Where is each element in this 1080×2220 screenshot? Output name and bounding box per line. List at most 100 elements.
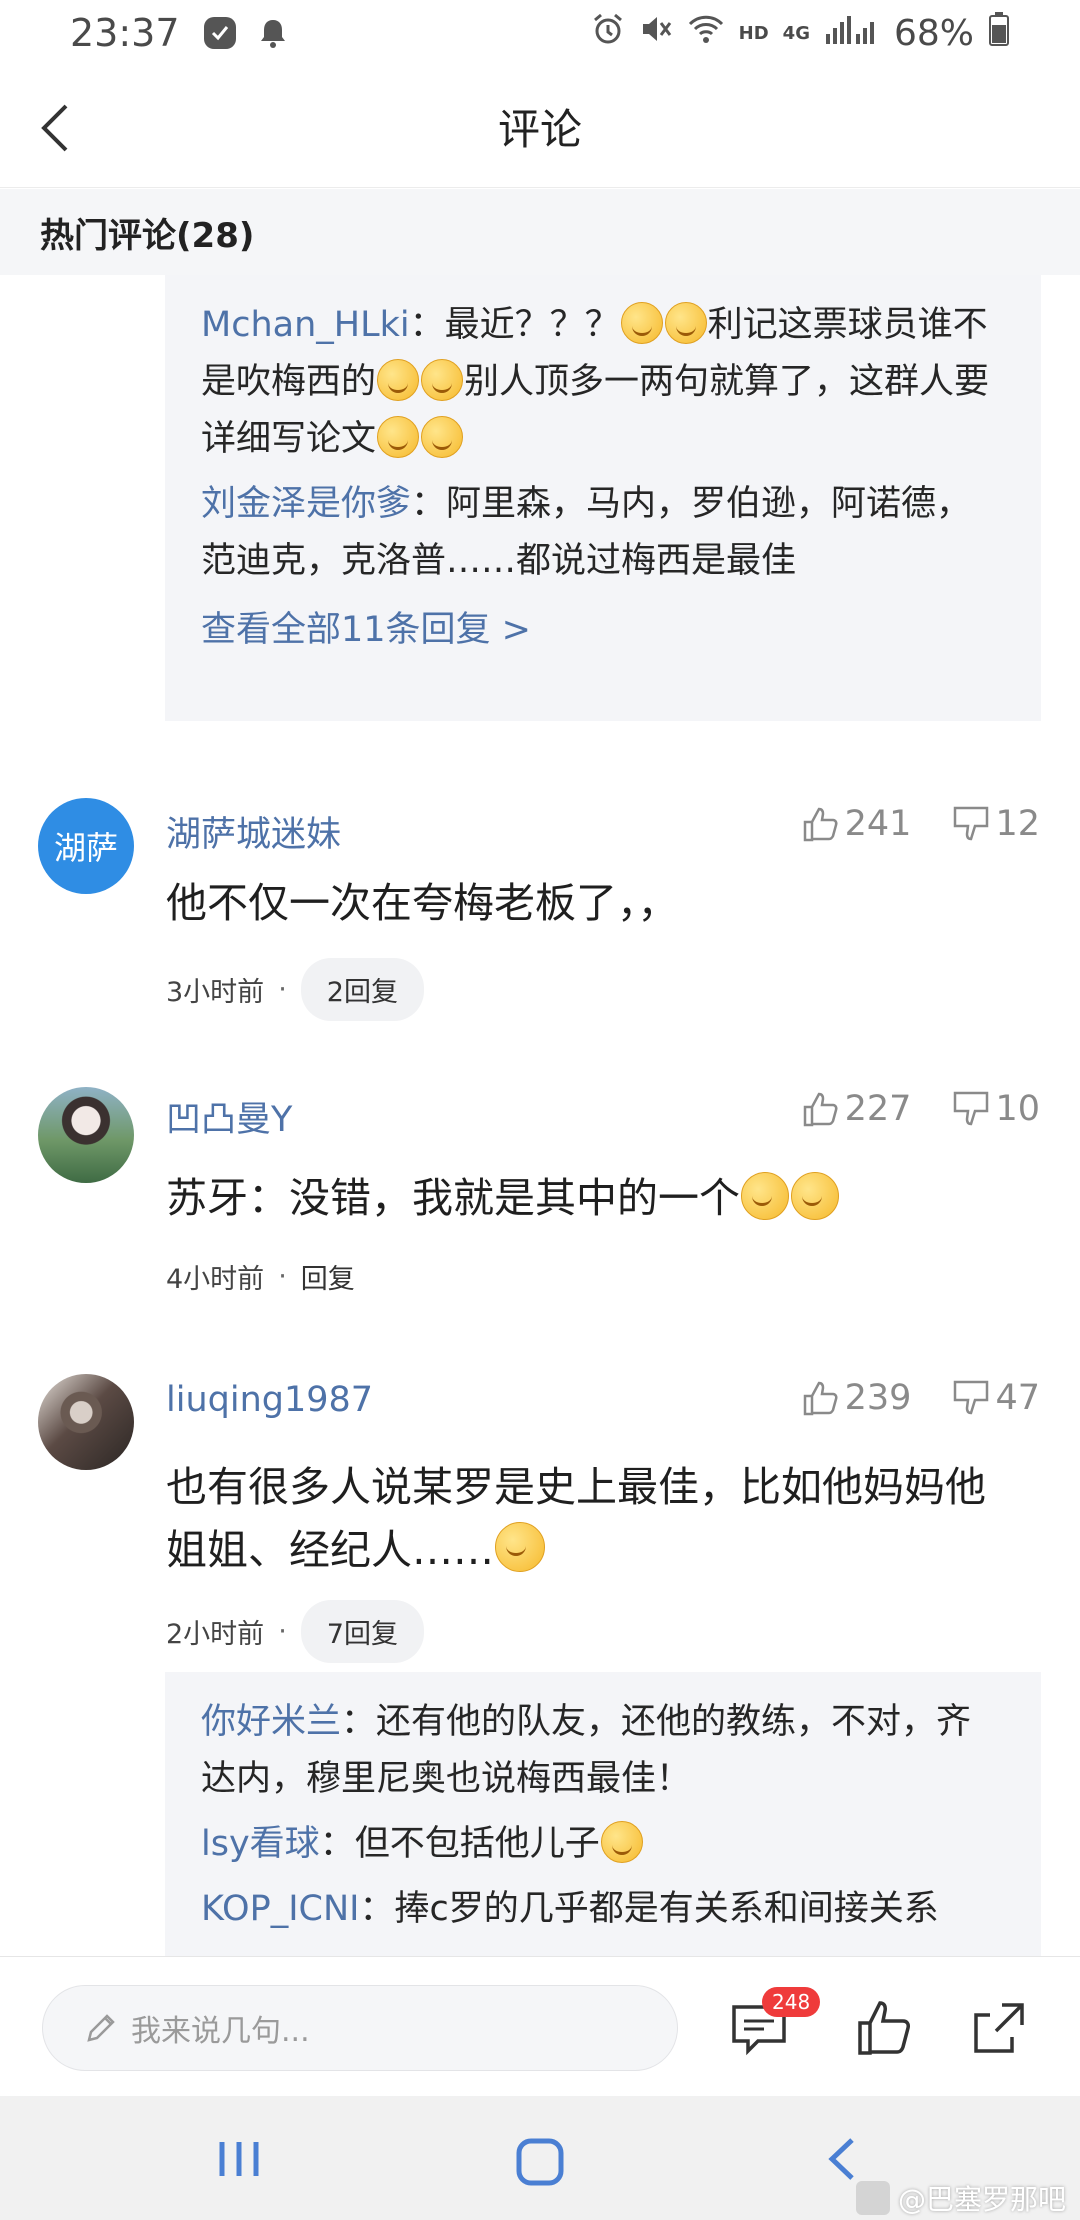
dislike-button[interactable]: 10 bbox=[951, 1089, 1040, 1129]
comment-meta: 4小时前 · 回复 bbox=[166, 1257, 355, 1296]
hug-emoji-icon bbox=[495, 1522, 545, 1572]
dislike-count: 12 bbox=[995, 804, 1040, 844]
hot-comments-header: 热门评论(28) bbox=[0, 189, 1080, 275]
thumbs-up-icon bbox=[858, 2001, 910, 2055]
back-icon bbox=[828, 2138, 854, 2180]
battery-percent: 68% bbox=[893, 12, 974, 54]
recent-apps-icon bbox=[219, 2142, 259, 2176]
dislike-count: 10 bbox=[995, 1089, 1040, 1129]
like-post-button[interactable] bbox=[854, 1997, 916, 2059]
reply-thread-box: Mchan_HLki：最近？？？ 利记这票球员谁不是吹梅西的 别人顶多一两句就算了，… bbox=[165, 275, 1041, 721]
comment-meta: 3小时前 · 2回复 bbox=[166, 958, 424, 1021]
like-button[interactable]: 239 bbox=[801, 1378, 912, 1418]
signal-icon bbox=[824, 12, 880, 55]
comment-time: 2小时前 bbox=[166, 1619, 265, 1650]
thumbs-up-icon bbox=[803, 1092, 838, 1127]
comment-username[interactable]: 凹凸曼Y bbox=[166, 1091, 292, 1142]
back-button[interactable] bbox=[30, 98, 90, 158]
comment-username[interactable]: liuqing1987 bbox=[166, 1380, 373, 1420]
dislike-button[interactable]: 12 bbox=[951, 804, 1040, 844]
reply-username[interactable]: 你好米兰 bbox=[201, 1702, 341, 1742]
comment-item: 凹凸曼Y 227 10 苏牙：没错，我就是其中的一个 4小时前 · 回复 bbox=[0, 1077, 1080, 1307]
comment-text: 他不仅一次在夸梅老板了，， bbox=[166, 879, 679, 927]
comment-username[interactable]: 湖萨城迷妹 bbox=[166, 806, 341, 857]
tieba-logo-icon bbox=[855, 2181, 890, 2215]
reply-username[interactable]: lsy看球 bbox=[201, 1824, 320, 1864]
watermark: @巴塞罗那吧 bbox=[855, 2178, 1066, 2218]
app-notification-icon bbox=[202, 15, 238, 51]
pencil-icon bbox=[87, 2014, 115, 2042]
chevron-left-icon bbox=[41, 104, 68, 152]
comment-actions: 239 47 bbox=[761, 1378, 1040, 1418]
avatar[interactable] bbox=[38, 1374, 134, 1470]
share-icon bbox=[974, 2003, 1024, 2053]
bell-icon bbox=[256, 16, 290, 50]
reply-item[interactable]: 刘金泽是你爹：阿里森，马内，罗伯逊，阿诺德，范迪克，克洛普……都说过梅西是最佳 bbox=[201, 476, 1005, 590]
home-button[interactable] bbox=[514, 2136, 566, 2192]
emoji-icon bbox=[600, 1821, 643, 1863]
comment-count-badge: 248 bbox=[762, 1987, 821, 2017]
thumbs-down-icon bbox=[954, 1380, 989, 1415]
reply-button[interactable]: 回复 bbox=[301, 1257, 355, 1296]
signal-label: 4G bbox=[782, 22, 810, 44]
replies-button[interactable]: 2回复 bbox=[300, 958, 424, 1021]
emoji-icon bbox=[377, 359, 420, 401]
comments-screen: 23:37 HD 4G 68% 评论 热门评论(28) Mchan_HLki：最… bbox=[0, 0, 1080, 2220]
input-placeholder: 我来说几句... bbox=[131, 2014, 310, 2049]
reply-thread-box: 你好米兰：还有他的队友，还他的教练，不对，齐达内，穆里尼奥也说梅西最佳！ lsy… bbox=[165, 1672, 1041, 1956]
top-app-bar: 评论 bbox=[0, 66, 1080, 188]
emoji-icon bbox=[377, 416, 420, 458]
dislike-button[interactable]: 47 bbox=[951, 1378, 1040, 1418]
comment-input[interactable]: 我来说几句... bbox=[42, 1985, 678, 2071]
reply-username[interactable]: 刘金泽是你爹 bbox=[201, 484, 411, 524]
comment-text: 也有很多人说某罗是史上最佳，比如他妈妈他 姐姐、经纪人…… bbox=[166, 1463, 986, 1574]
smile-emoji-icon bbox=[791, 1172, 839, 1220]
status-time: 23:37 bbox=[70, 11, 180, 55]
reply-item[interactable]: Mchan_HLki：最近？？？ 利记这票球员谁不是吹梅西的 别人顶多一两句就算了，… bbox=[201, 297, 1005, 468]
thumbs-down-icon bbox=[954, 806, 989, 841]
reply-item[interactable]: 你好米兰：还有他的队友，还他的教练，不对，齐达内，穆里尼奥也说梅西最佳！ bbox=[201, 1694, 1005, 1808]
recent-apps-button[interactable] bbox=[216, 2136, 262, 2186]
smile-emoji-icon bbox=[741, 1172, 789, 1220]
thumbs-up-icon bbox=[803, 1381, 838, 1416]
replies-button[interactable]: 7回复 bbox=[300, 1600, 424, 1663]
like-count: 241 bbox=[844, 804, 912, 844]
thumbs-up-icon bbox=[803, 807, 838, 842]
like-button[interactable]: 241 bbox=[801, 804, 912, 844]
hot-comments-title: 热门评论(28) bbox=[40, 215, 255, 256]
reply-text: 捧c罗的几乎都是有关系和间接关系 bbox=[394, 1889, 939, 1929]
reply-text: 最近？？？ bbox=[444, 305, 620, 345]
emoji-icon bbox=[421, 359, 464, 401]
reply-text: 但不包括他儿子 bbox=[354, 1824, 600, 1864]
like-count: 239 bbox=[844, 1378, 912, 1418]
network-type: HD bbox=[738, 22, 769, 44]
reply-item[interactable]: lsy看球：但不包括他儿子 bbox=[201, 1816, 1005, 1873]
mute-icon bbox=[639, 12, 673, 55]
home-icon bbox=[516, 2138, 564, 2186]
comment-meta: 2小时前 · 7回复 bbox=[166, 1600, 424, 1663]
comment-actions: 241 12 bbox=[761, 804, 1040, 844]
wifi-icon bbox=[687, 12, 725, 55]
comment-time: 3小时前 bbox=[166, 977, 265, 1008]
emoji-icon bbox=[421, 416, 464, 458]
avatar[interactable] bbox=[38, 1087, 134, 1183]
comment-item: 湖萨 湖萨城迷妹 241 12 他不仅一次在夸梅老板了，， 3小时前 · 2回复 bbox=[0, 790, 1080, 1021]
reply-username[interactable]: KOP_ICNI bbox=[201, 1889, 359, 1929]
thumbs-down-icon bbox=[954, 1091, 989, 1126]
system-navigation-bar: @巴塞罗那吧 bbox=[0, 2096, 1080, 2220]
emoji-icon bbox=[620, 302, 663, 344]
see-all-replies-link[interactable]: 查看全部11条回复 > bbox=[201, 602, 1005, 659]
comment-input-bar: 我来说几句... 248 bbox=[0, 1956, 1080, 2096]
like-count: 227 bbox=[844, 1089, 912, 1129]
comment-actions: 227 10 bbox=[761, 1089, 1040, 1129]
reply-username[interactable]: Mchan_HLki bbox=[201, 305, 410, 345]
comment-time: 4小时前 bbox=[166, 1264, 265, 1295]
avatar[interactable]: 湖萨 bbox=[38, 798, 134, 894]
like-button[interactable]: 227 bbox=[801, 1089, 912, 1129]
comment-item: liuqing1987 239 47 也有很多人说某罗是史上最佳，比如他妈妈他 … bbox=[0, 1364, 1080, 1663]
emoji-icon bbox=[664, 302, 707, 344]
page-title: 评论 bbox=[497, 105, 582, 154]
share-button[interactable] bbox=[968, 1997, 1030, 2059]
status-right: HD 4G 68% bbox=[591, 11, 1010, 56]
reply-item[interactable]: KOP_ICNI：捧c罗的几乎都是有关系和间接关系 bbox=[201, 1881, 1005, 1938]
